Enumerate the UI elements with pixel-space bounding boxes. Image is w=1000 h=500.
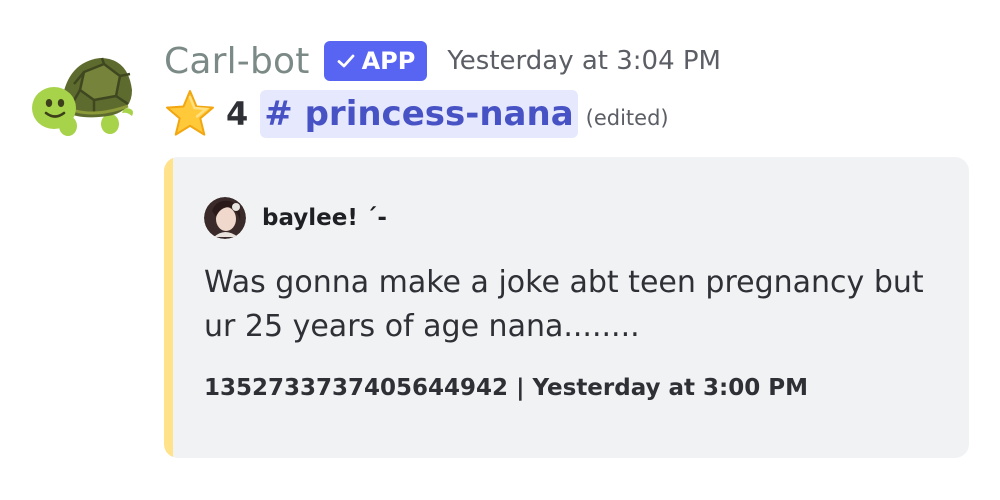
chat-message: Carl-bot APP Yesterday at 3:04 PM 4 # pr…	[0, 0, 1000, 500]
turtle-avatar-icon[interactable]	[28, 50, 138, 140]
user-avatar[interactable]	[204, 197, 246, 239]
message-header: Carl-bot APP Yesterday at 3:04 PM	[164, 36, 721, 86]
message-content: 4 # princess-nana (edited)	[164, 88, 669, 140]
message-embed: baylee! ˊ- Was gonna make a joke abt tee…	[164, 157, 969, 458]
embed-footer: 1352733737405644942 | Yesterday at 3:00 …	[204, 375, 809, 401]
message-timestamp[interactable]: Yesterday at 3:04 PM	[447, 46, 721, 76]
embed-accent-bar	[164, 157, 173, 458]
checkmark-icon	[337, 54, 354, 68]
app-badge-label: APP	[361, 47, 416, 75]
author-name[interactable]: Carl-bot	[164, 41, 310, 82]
embed-author: baylee! ˊ-	[204, 197, 387, 239]
star-count: 4	[226, 95, 249, 133]
edited-label: (edited)	[585, 106, 669, 130]
channel-mention-link[interactable]: # princess-nana	[260, 90, 578, 138]
star-icon	[166, 90, 214, 136]
embed-description: Was gonna make a joke abt teen pregnancy…	[204, 265, 924, 344]
embed-author-name[interactable]: baylee! ˊ-	[262, 205, 387, 231]
app-badge: APP	[323, 41, 428, 81]
